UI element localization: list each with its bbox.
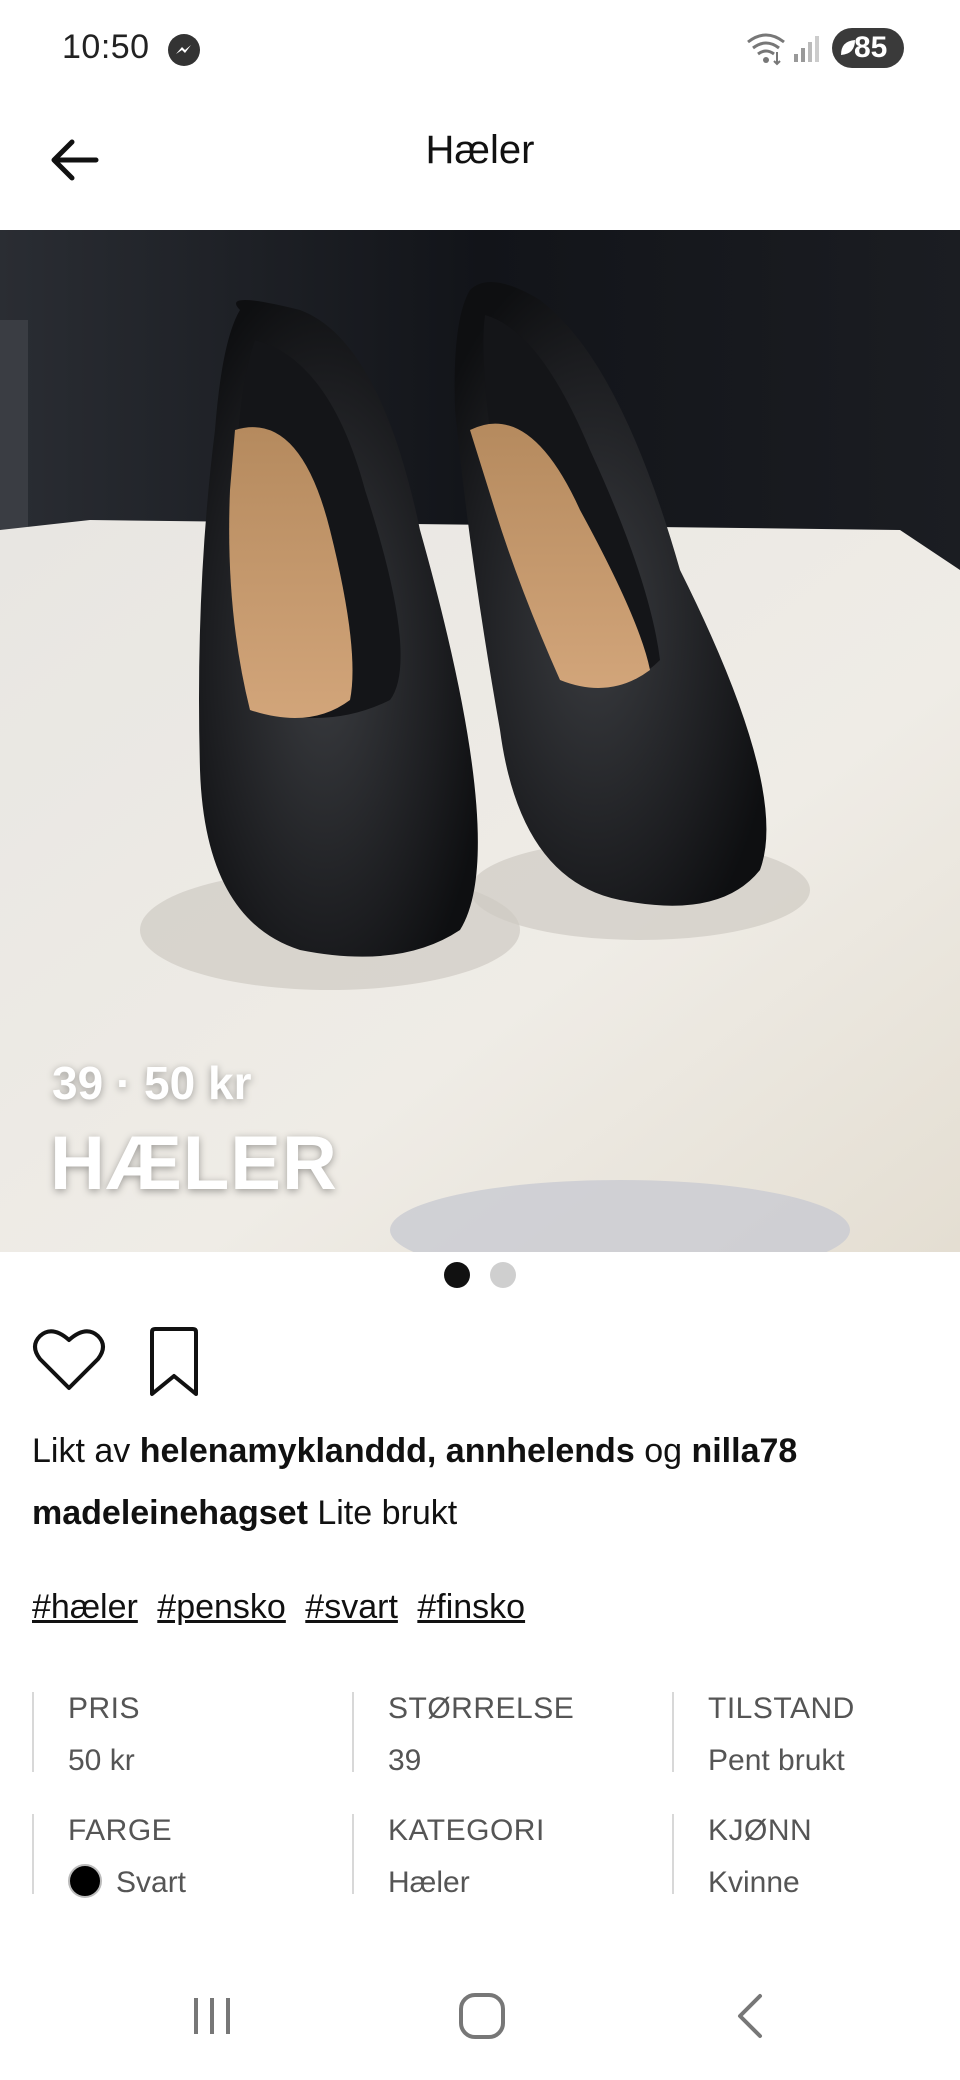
bookmark-icon bbox=[150, 1327, 198, 1396]
detail-value: 50 kr bbox=[68, 1744, 135, 1777]
tag-link[interactable]: #svart bbox=[305, 1588, 398, 1626]
listing-photo[interactable]: 39 · 50 kr HÆLER bbox=[0, 230, 960, 1252]
color-swatch bbox=[68, 1864, 102, 1899]
save-button[interactable] bbox=[144, 1326, 204, 1400]
detail-category: KATEGORI Hæler bbox=[352, 1814, 642, 1899]
detail-value: Pent brukt bbox=[708, 1744, 845, 1777]
seller-username[interactable]: madeleinehagset bbox=[32, 1494, 308, 1532]
carousel-indicator bbox=[0, 1262, 960, 1292]
carousel-dot[interactable] bbox=[490, 1262, 517, 1288]
detail-size: STØRRELSE 39 bbox=[352, 1692, 642, 1777]
home-icon[interactable] bbox=[456, 1990, 508, 2042]
liked-by-connector: og bbox=[644, 1432, 683, 1470]
detail-price: PRIS 50 kr bbox=[32, 1692, 322, 1777]
wifi-icon bbox=[744, 30, 788, 71]
detail-gender: KJØNN Kvinne bbox=[672, 1814, 960, 1899]
description-text: Lite brukt bbox=[317, 1494, 458, 1532]
listing-size-price: 39 · 50 kr bbox=[52, 1057, 252, 1109]
detail-label: STØRRELSE bbox=[388, 1692, 575, 1725]
tag-link[interactable]: #pensko bbox=[157, 1588, 286, 1626]
liked-by-prefix: Likt av bbox=[32, 1432, 131, 1470]
recent-apps-icon[interactable] bbox=[188, 1992, 236, 2040]
tag-link[interactable]: #hæler bbox=[32, 1588, 138, 1626]
signal-icon bbox=[792, 32, 822, 69]
messenger-icon bbox=[168, 34, 200, 66]
status-time: 10:50 bbox=[62, 28, 150, 66]
detail-condition: TILSTAND Pent brukt bbox=[672, 1692, 960, 1777]
detail-label: KATEGORI bbox=[388, 1814, 545, 1847]
system-nav-bar bbox=[0, 1960, 960, 2080]
liked-by-last-user[interactable]: nilla78 bbox=[691, 1432, 797, 1470]
carousel-dot-active[interactable] bbox=[443, 1262, 470, 1288]
status-bar: 10:50 85 bbox=[0, 0, 960, 100]
detail-value: Hæler bbox=[388, 1866, 470, 1899]
detail-value: Kvinne bbox=[708, 1866, 800, 1899]
battery-icon: 85 bbox=[832, 28, 904, 68]
detail-label: FARGE bbox=[68, 1814, 173, 1847]
back-icon[interactable] bbox=[732, 1992, 772, 2040]
page-title: Hæler bbox=[425, 128, 535, 172]
detail-label: TILSTAND bbox=[708, 1692, 855, 1725]
tag-list: #hæler #pensko #svart #finsko bbox=[32, 1588, 535, 1627]
like-button[interactable] bbox=[32, 1326, 106, 1394]
app-header: Hæler bbox=[0, 100, 960, 230]
listing-title: HÆLER bbox=[50, 1121, 338, 1206]
detail-label: KJØNN bbox=[708, 1814, 813, 1847]
detail-color: FARGE Svart bbox=[32, 1814, 322, 1899]
liked-by-users[interactable]: helenamyklanddd, annhelends bbox=[140, 1432, 635, 1470]
detail-value: 39 bbox=[388, 1744, 422, 1777]
detail-value: Svart bbox=[68, 1864, 322, 1900]
heart-icon bbox=[33, 1329, 105, 1390]
listing-description: madeleinehagset Lite brukt bbox=[32, 1494, 457, 1533]
liked-by: Likt av helenamyklanddd, annhelends og n… bbox=[32, 1432, 797, 1471]
detail-label: PRIS bbox=[68, 1692, 141, 1725]
color-name: Svart bbox=[116, 1866, 187, 1899]
battery-level: 85 bbox=[854, 31, 888, 64]
tag-link[interactable]: #finsko bbox=[417, 1588, 525, 1626]
